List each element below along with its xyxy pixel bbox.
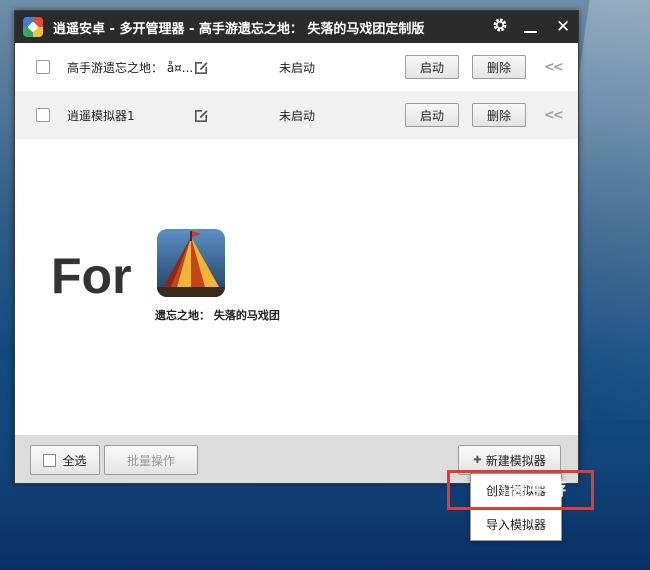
for-text: For [51,248,132,304]
start-button[interactable]: 启动 [405,55,459,79]
delete-button[interactable]: 删除 [472,103,526,127]
import-emulator-menu-item[interactable]: 导入模拟器 [471,512,561,536]
window-title: 逍遥安卓 - 多开管理器 - 高手游遗忘之地： 失落的马戏团定制版 [53,21,425,37]
instance-status: 未启动 [279,60,316,75]
expand-icon[interactable]: << [544,60,564,75]
new-emulator-label: 新建模拟器 [485,453,546,468]
instance-row: 逍遥模拟器1 未启动 启动 删除 << [15,91,578,139]
select-all-label: 全选 [62,453,87,468]
watermark-logo-icon [484,480,506,502]
instance-name: 高手游遗忘之地： å¤... [67,60,194,75]
instance-checkbox[interactable] [36,108,50,122]
watermark: 高手游 GAOSHOUYOU.COM [484,478,567,509]
start-button[interactable]: 启动 [405,103,459,127]
watermark-text: 高手游 [509,478,567,500]
app-logo-icon [23,17,43,37]
select-all-button[interactable]: 全选 [30,445,100,475]
promo-area: For 遗忘之地： 失落的马戏团 [15,139,578,429]
watermark-url: GAOSHOUYOU.COM [484,502,551,509]
minimize-icon[interactable] [524,21,538,33]
instance-status: 未启动 [279,108,316,123]
select-all-checkbox[interactable] [43,453,57,467]
expand-icon[interactable]: << [544,108,564,123]
game-tent-icon [157,229,225,297]
instance-checkbox[interactable] [36,60,50,74]
multi-instance-manager-window: 逍遥安卓 - 多开管理器 - 高手游遗忘之地： 失落的马戏团定制版 ✕ 高手游遗… [14,10,579,484]
game-name: 遗忘之地： 失落的马戏团 [155,309,280,322]
edit-icon[interactable] [193,107,209,123]
instance-name: 逍遥模拟器1 [67,108,135,123]
gear-icon[interactable] [492,17,507,37]
title-bar[interactable]: 逍遥安卓 - 多开管理器 - 高手游遗忘之地： 失落的马戏团定制版 ✕ [15,11,578,43]
close-icon[interactable]: ✕ [556,18,570,36]
batch-operation-button[interactable]: 批量操作 [104,445,198,475]
delete-button[interactable]: 删除 [472,55,526,79]
plus-icon: ✚ [473,454,482,466]
edit-icon[interactable] [193,59,209,75]
instance-row: 高手游遗忘之地： å¤... 未启动 启动 删除 << [15,43,578,91]
